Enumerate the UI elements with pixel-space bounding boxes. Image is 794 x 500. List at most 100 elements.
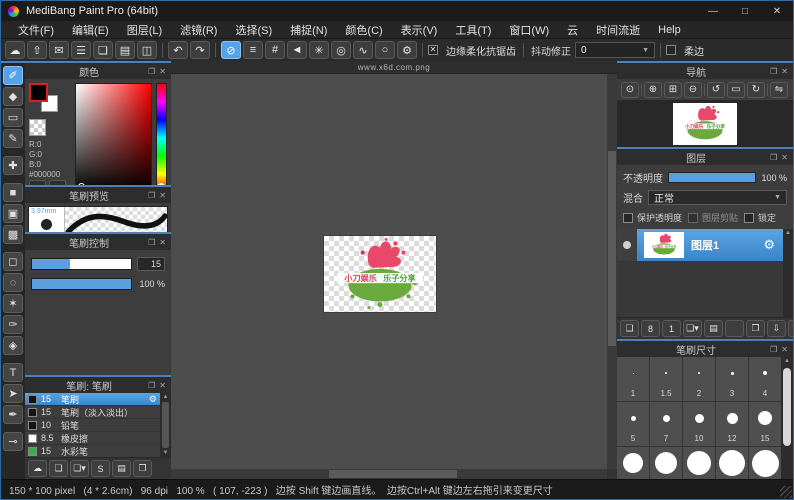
menu-item[interactable]: 文件(F) [9,22,63,38]
undo-icon[interactable]: ↶ [168,41,188,59]
scrollbar-thumb[interactable] [608,151,616,346]
zoom-out-icon[interactable]: ⊖ [684,82,702,98]
close-icon[interactable]: ✕ [781,153,788,162]
menu-item[interactable]: 编辑(E) [63,22,118,38]
tile-edit-icon[interactable]: ◫ [137,41,157,59]
popout-icon[interactable]: ❐ [148,381,155,390]
scroll-up-icon[interactable]: ▲ [785,229,791,238]
navigator-button[interactable] [767,84,768,96]
snap-vanishing-icon[interactable]: ◄ [287,41,307,59]
resize-grip[interactable] [780,486,792,498]
gradient-tool[interactable]: ▩ [3,225,23,244]
visibility-icon[interactable] [623,241,631,249]
brush-size-cell[interactable]: 20 [617,447,649,479]
comment-icon[interactable]: ✉ [49,41,69,59]
clipping-option[interactable]: 图层剪贴 [688,211,738,224]
text-tool[interactable]: T [3,363,23,382]
close-icon[interactable]: ✕ [781,67,788,76]
fill-rect-tool[interactable]: ■ [3,183,23,202]
figure-tool[interactable]: ▭ [3,108,23,127]
layer-visibility-cell[interactable] [617,229,637,261]
brush-size-cell[interactable]: 10 [683,402,715,446]
snap-concentric-icon[interactable]: ◎ [331,41,351,59]
popout-icon[interactable]: ❐ [770,67,777,76]
brush-size-cell[interactable]: 12 [716,402,748,446]
brush-size-cell[interactable]: 1.5 [650,357,682,401]
close-button[interactable]: ✕ [761,1,793,21]
layer-opacity-slider[interactable] [668,172,756,183]
layer-toolbar-button[interactable] [788,320,793,337]
maximize-button[interactable]: □ [729,1,761,21]
layer-list-scrollbar[interactable]: ▲ [783,229,793,317]
menu-item[interactable]: Help [649,24,690,36]
layer-row[interactable]: 小刀娱乐 乐子分享 图层1 ⚙ [617,229,783,261]
merge-layer-icon[interactable]: ⇩ [767,320,786,337]
popout-icon[interactable]: ❐ [148,67,155,76]
add-layer-menu-icon[interactable]: ❏▾ [683,320,702,337]
brush-size-cell[interactable]: 4 [749,357,781,401]
brush-sizes-scrollbar[interactable]: ▲ [781,357,793,479]
layer-toolbar-button[interactable] [725,320,744,337]
new-layer-icon[interactable]: ❏ [620,320,639,337]
menu-item[interactable]: 滤镜(R) [171,22,226,38]
menu-item[interactable]: 表示(V) [392,22,447,38]
tool-button[interactable] [5,357,21,361]
popout-icon[interactable]: ❐ [148,238,155,247]
snap-off-icon[interactable]: ⊘ [221,41,241,59]
brush-size-slider[interactable] [31,258,132,270]
redo-icon[interactable]: ↷ [190,41,210,59]
brush-size-cell[interactable]: 40 [716,447,748,479]
menu-item[interactable]: 工具(T) [446,22,500,38]
snap-parallel-icon[interactable]: ≡ [243,41,263,59]
move-tool[interactable]: ✚ [3,156,23,175]
folder-icon[interactable]: ▤ [112,460,131,477]
水彩笔[interactable]: 15 水彩笔 ⚙ [25,445,160,457]
brush-size-cell[interactable]: 3 [716,357,748,401]
brush-size-cell[interactable]: 25 [650,447,682,479]
brush-size-cell[interactable]: 2 [683,357,715,401]
fit-screen-icon[interactable]: ⊞ [664,82,682,98]
rotate-reset-icon[interactable]: ▭ [727,82,745,98]
cloud-download-icon[interactable]: ☁ [28,460,47,477]
橡皮擦[interactable]: 8.5 橡皮擦 ⚙ [25,432,160,445]
popout-icon[interactable]: ❐ [770,153,777,162]
popout-icon[interactable]: ❐ [770,345,777,354]
tool-button[interactable] [5,246,21,250]
protect-alpha-checkbox[interactable] [623,213,633,223]
magic-wand-tool[interactable]: ✶ [3,294,23,313]
scroll-up-icon[interactable]: ▲ [163,393,169,401]
笔刷（淡入淡出）[interactable]: 15 笔刷（淡入淡出） ⚙ [25,406,160,419]
duplicate-brush-icon[interactable]: ❐ [133,460,152,477]
comment-list-icon[interactable]: ☰ [71,41,91,59]
select-eraser-tool[interactable]: ◈ [3,336,23,355]
brush-size-cell[interactable]: 1 [617,357,649,401]
canvas-image[interactable]: 小刀娱乐 乐子分享 [324,236,436,312]
close-icon[interactable]: ✕ [159,238,166,247]
new-brush-menu-icon[interactable]: ❏▾ [70,460,89,477]
menu-item[interactable]: 云 [558,22,587,38]
brush-size-cell[interactable]: 50 [749,447,781,479]
snap-curve-icon[interactable]: ∿ [353,41,373,59]
brush-size-cell[interactable]: 5 [617,402,649,446]
canvas-horizontal-scrollbar[interactable] [171,469,607,479]
snap-radial-icon[interactable]: ✳ [309,41,329,59]
stabilizer-dropdown[interactable]: 0 ▼ [575,42,655,58]
saturation-value-picker[interactable] [75,83,152,185]
canvas-vertical-scrollbar[interactable] [607,74,617,469]
select-pen-tool[interactable]: ✑ [3,315,23,334]
rotate-cw-icon[interactable]: ↻ [747,82,765,98]
bucket-tool[interactable]: ▣ [3,204,23,223]
popout-icon[interactable]: ❐ [148,191,155,200]
navigator-button[interactable] [641,84,642,96]
document-icon[interactable]: ❏ [93,41,113,59]
铅笔[interactable]: 10 铅笔 ⚙ [25,419,160,432]
rotate-ccw-icon[interactable]: ↺ [707,82,725,98]
menu-item[interactable]: 图层(L) [118,22,171,38]
navigator-button[interactable] [704,84,705,96]
lock-checkbox[interactable] [744,213,754,223]
new-brush-icon[interactable]: ❏ [49,460,68,477]
pen-eraser-tool[interactable]: ✒ [3,405,23,424]
cloud-icon[interactable]: ☁ [5,41,25,59]
tool-button[interactable] [5,426,21,430]
tool-button[interactable] [5,150,21,154]
